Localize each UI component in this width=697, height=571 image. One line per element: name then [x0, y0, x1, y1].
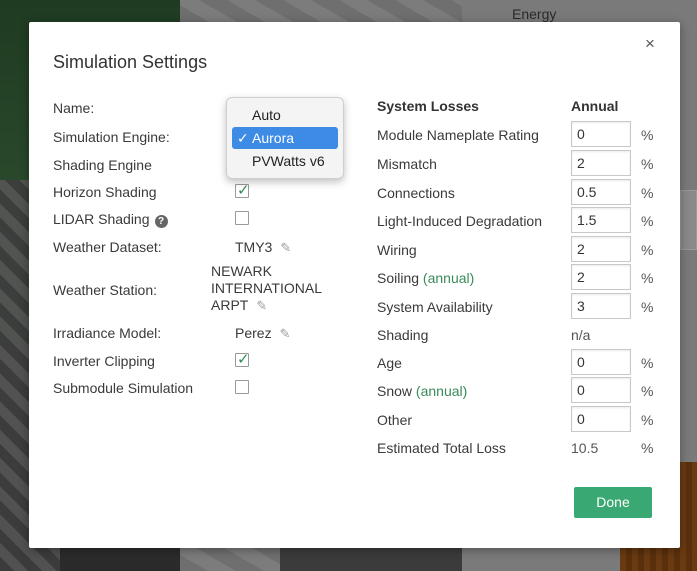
loss-label: Estimated Total Loss — [377, 440, 506, 456]
loss-row-estimated-total: Estimated Total Loss 10.5 % — [377, 434, 657, 462]
estimated-total-loss-value: 10.5 — [571, 440, 599, 456]
annual-column-header: Annual — [571, 98, 619, 114]
background-energy-label: Energy — [512, 6, 557, 22]
close-icon[interactable]: × — [642, 35, 658, 52]
loss-input-connections[interactable] — [571, 179, 631, 205]
horizon-shading-checkbox[interactable]: ✓ — [235, 182, 250, 199]
submodule-simulation-checkbox[interactable] — [235, 380, 249, 394]
simulation-engine-dropdown[interactable]: Auto ✓ Aurora PVWatts v6 — [226, 97, 344, 179]
loss-label: Wiring — [377, 242, 417, 258]
dropdown-option-label: Aurora — [252, 130, 295, 146]
loss-label: Connections — [377, 185, 455, 201]
background-thumbnail — [680, 190, 697, 250]
loss-label: System Availability — [377, 299, 493, 315]
loss-input-mismatch[interactable] — [571, 150, 631, 176]
loss-row-soiling: Soiling (annual) % — [377, 264, 657, 292]
loss-label: Soiling — [377, 270, 420, 286]
weather-station-label: Weather Station: — [53, 282, 158, 298]
lidar-shading-label: LIDAR Shading — [53, 211, 150, 227]
loss-input-module-nameplate[interactable] — [571, 121, 631, 147]
dropdown-option-auto[interactable]: Auto — [232, 104, 338, 126]
irradiance-model-label: Irradiance Model: — [53, 325, 162, 341]
loss-row-connections: Connections % — [377, 179, 657, 207]
percent-unit: % — [641, 412, 654, 428]
loss-row-other: Other % — [377, 406, 657, 434]
soiling-annual-link[interactable]: (annual) — [423, 270, 474, 286]
loss-row-mismatch: Mismatch % — [377, 150, 657, 178]
percent-unit: % — [641, 383, 654, 399]
loss-input-snow[interactable] — [571, 377, 631, 403]
loss-input-wiring[interactable] — [571, 236, 631, 262]
loss-label-wrap: Snow (annual) — [377, 377, 467, 405]
loss-label: Other — [377, 412, 413, 428]
loss-input-availability[interactable] — [571, 293, 631, 319]
inverter-clipping-checkbox[interactable]: ✓ — [235, 351, 250, 368]
percent-unit: % — [641, 299, 654, 315]
weather-station-value: NEWARK INTERNATIONAL ARPT ✎ — [211, 263, 322, 314]
weather-station-line: NEWARK — [211, 263, 272, 279]
loss-input-age[interactable] — [571, 349, 631, 375]
loss-row-module-nameplate: Module Nameplate Rating % — [377, 121, 657, 149]
weather-station-line-wrap: ARPT ✎ — [211, 297, 322, 314]
weather-dataset-label: Weather Dataset: — [53, 239, 162, 255]
loss-row-system-availability: System Availability % — [377, 293, 657, 321]
edit-pencil-icon[interactable]: ✎ — [280, 240, 291, 256]
dropdown-option-aurora[interactable]: ✓ Aurora — [232, 127, 338, 149]
dropdown-option-label: PVWatts v6 — [252, 153, 325, 169]
weather-dataset-value: TMY3 — [235, 239, 273, 255]
percent-unit: % — [641, 127, 654, 143]
shading-value: n/a — [571, 327, 591, 343]
help-icon[interactable]: ? — [154, 215, 168, 228]
loss-row-shading: Shading n/a — [377, 321, 657, 349]
percent-unit: % — [641, 270, 654, 286]
edit-pencil-icon[interactable]: ✎ — [280, 326, 291, 342]
loss-label: Shading — [377, 327, 429, 343]
loss-input-soiling[interactable] — [571, 264, 631, 290]
modal-title: Simulation Settings — [53, 52, 208, 72]
done-button[interactable]: Done — [574, 487, 652, 518]
lidar-shading-label-wrap: LIDAR Shading? — [53, 211, 168, 228]
loss-label: Light-Induced Degradation — [377, 213, 543, 229]
simulation-engine-label: Simulation Engine: — [53, 129, 170, 145]
lidar-shading-checkbox[interactable] — [235, 211, 249, 225]
weather-dataset-value-wrap: TMY3 ✎ — [235, 239, 291, 256]
loss-label-wrap: Soiling (annual) — [377, 264, 474, 292]
snow-annual-link[interactable]: (annual) — [416, 383, 467, 399]
loss-label: Snow — [377, 383, 413, 399]
percent-unit: % — [641, 185, 654, 201]
percent-unit: % — [641, 213, 654, 229]
edit-pencil-icon[interactable]: ✎ — [256, 297, 267, 314]
horizon-shading-label: Horizon Shading — [53, 184, 157, 200]
check-icon: ✓ — [237, 351, 250, 368]
loss-input-lid[interactable] — [571, 207, 631, 233]
loss-row-snow: Snow (annual) % — [377, 377, 657, 405]
irradiance-model-value: Perez — [235, 325, 272, 341]
weather-station-line: ARPT — [211, 297, 249, 313]
loss-label: Age — [377, 355, 402, 371]
irradiance-model-value-wrap: Perez ✎ — [235, 325, 290, 342]
loss-input-other[interactable] — [571, 406, 631, 432]
loss-row-age: Age % — [377, 349, 657, 377]
weather-station-line: INTERNATIONAL — [211, 280, 322, 296]
percent-unit: % — [641, 440, 654, 456]
check-icon: ✓ — [237, 182, 250, 199]
name-label: Name: — [53, 100, 95, 116]
checkmark-icon: ✓ — [237, 130, 249, 146]
dropdown-option-pvwatts[interactable]: PVWatts v6 — [232, 150, 338, 172]
percent-unit: % — [641, 355, 654, 371]
percent-unit: % — [641, 242, 654, 258]
loss-label: Module Nameplate Rating — [377, 127, 539, 143]
percent-unit: % — [641, 156, 654, 172]
loss-row-light-induced-degradation: Light-Induced Degradation % — [377, 207, 657, 235]
submodule-simulation-label: Submodule Simulation — [53, 380, 194, 396]
system-losses-header: System Losses — [377, 98, 479, 114]
shading-engine-label: Shading Engine — [53, 157, 152, 173]
loss-row-wiring: Wiring % — [377, 236, 657, 264]
dropdown-option-label: Auto — [252, 107, 281, 123]
loss-label: Mismatch — [377, 156, 437, 172]
inverter-clipping-label: Inverter Clipping — [53, 353, 155, 369]
simulation-settings-modal: × Simulation Settings Name: Simulation E… — [29, 22, 680, 548]
